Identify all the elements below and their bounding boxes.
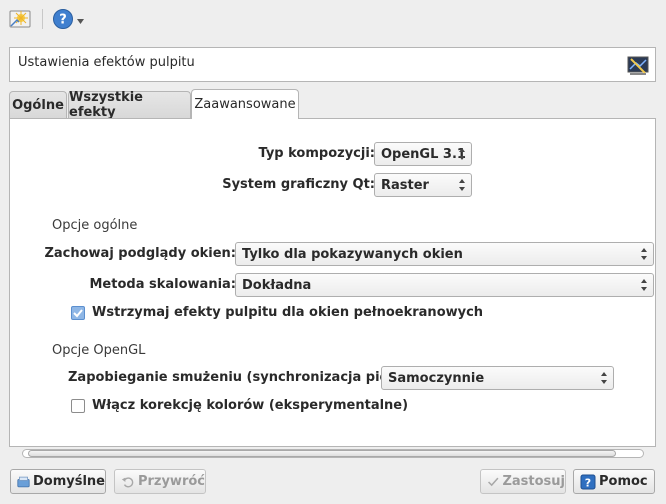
toolbar: ? xyxy=(0,0,666,38)
compositing-type-label: Typ kompozycji: xyxy=(258,146,376,161)
tab-all-effects[interactable]: Wszystkie efekty xyxy=(68,90,191,120)
undo-icon xyxy=(121,476,134,487)
horizontal-scrollbar[interactable] xyxy=(20,447,646,459)
color-correction-label[interactable]: Włącz korekcję kolorów (eksperymentalne) xyxy=(92,398,408,413)
keep-previews-label: Zachowaj podglądy okien: xyxy=(44,246,236,261)
tearing-prevention-select[interactable]: Samoczynnie xyxy=(381,366,614,390)
desktop-effects-settings-icon xyxy=(627,56,649,75)
updown-arrows-icon xyxy=(641,279,647,291)
checkmark-icon xyxy=(73,309,83,318)
qt-graphics-label: System graficzny Qt: xyxy=(222,177,375,192)
tearing-prevention-value: Samoczynnie xyxy=(388,370,485,386)
tab-general[interactable]: Ogólne xyxy=(9,91,67,118)
general-options-heading: Opcje ogólne xyxy=(52,218,138,233)
defaults-icon xyxy=(17,476,30,487)
compositing-type-value: OpenGL 3.1 xyxy=(381,146,466,162)
help-icon: ? xyxy=(580,474,596,489)
tab-general-label: Ogólne xyxy=(12,97,64,113)
updown-arrows-icon xyxy=(641,248,647,260)
compositing-type-select[interactable]: OpenGL 3.1 xyxy=(374,142,472,166)
help-icon: ? xyxy=(52,9,73,29)
defaults-button[interactable]: Domyślne xyxy=(10,469,106,494)
tearing-prevention-label: Zapobieganie smużeniu (synchronizacja pi… xyxy=(68,370,434,385)
suspend-fullscreen-checkbox[interactable] xyxy=(71,306,85,320)
qt-graphics-value: Raster xyxy=(381,177,429,193)
module-header: Ustawienia efektów pulpitu xyxy=(9,47,656,82)
opengl-options-heading: Opcje OpenGL xyxy=(52,343,146,358)
defaults-button-label: Domyślne xyxy=(32,474,105,489)
scrollbar-thumb[interactable] xyxy=(28,450,616,457)
keep-previews-value: Tylko dla pokazywanych okien xyxy=(242,246,463,262)
scale-method-value: Dokładna xyxy=(242,277,312,293)
suspend-fullscreen-label[interactable]: Wstrzymaj efekty pulpitu dla okien pełno… xyxy=(92,305,483,320)
desktop-effects-button[interactable] xyxy=(6,6,34,32)
qt-graphics-select[interactable]: Raster xyxy=(374,173,472,197)
tab-advanced-label: Zaawansowane xyxy=(194,97,296,112)
updown-arrows-icon xyxy=(459,179,465,191)
apply-button[interactable]: Zastosuj xyxy=(480,469,566,494)
desktop-effects-icon xyxy=(9,10,31,28)
svg-text:?: ? xyxy=(59,13,67,28)
module-title: Ustawienia efektów pulpitu xyxy=(18,55,195,70)
checkmark-icon xyxy=(488,477,499,486)
toolbar-separator xyxy=(42,9,43,29)
scale-method-label: Metoda skalowania: xyxy=(89,277,236,292)
help-menu-button[interactable]: ? xyxy=(50,6,86,32)
advanced-tab-panel: Typ kompozycji: OpenGL 3.1 System grafic… xyxy=(9,118,656,447)
help-button-label: Pomoc xyxy=(599,474,648,489)
scale-method-select[interactable]: Dokładna xyxy=(235,273,654,297)
svg-text:?: ? xyxy=(585,476,591,489)
chevron-down-icon xyxy=(76,19,84,24)
reset-button-label: Przywróć xyxy=(137,474,205,489)
updown-arrows-icon xyxy=(601,372,607,384)
tab-all-effects-label: Wszystkie efekty xyxy=(69,90,143,120)
help-button[interactable]: ? Pomoc xyxy=(573,469,655,494)
updown-arrows-icon xyxy=(459,148,465,160)
tab-advanced[interactable]: Zaawansowane xyxy=(191,89,299,119)
keep-previews-select[interactable]: Tylko dla pokazywanych okien xyxy=(235,242,654,266)
color-correction-checkbox[interactable] xyxy=(71,399,85,413)
apply-button-label: Zastosuj xyxy=(502,474,565,489)
reset-button[interactable]: Przywróć xyxy=(114,469,206,494)
